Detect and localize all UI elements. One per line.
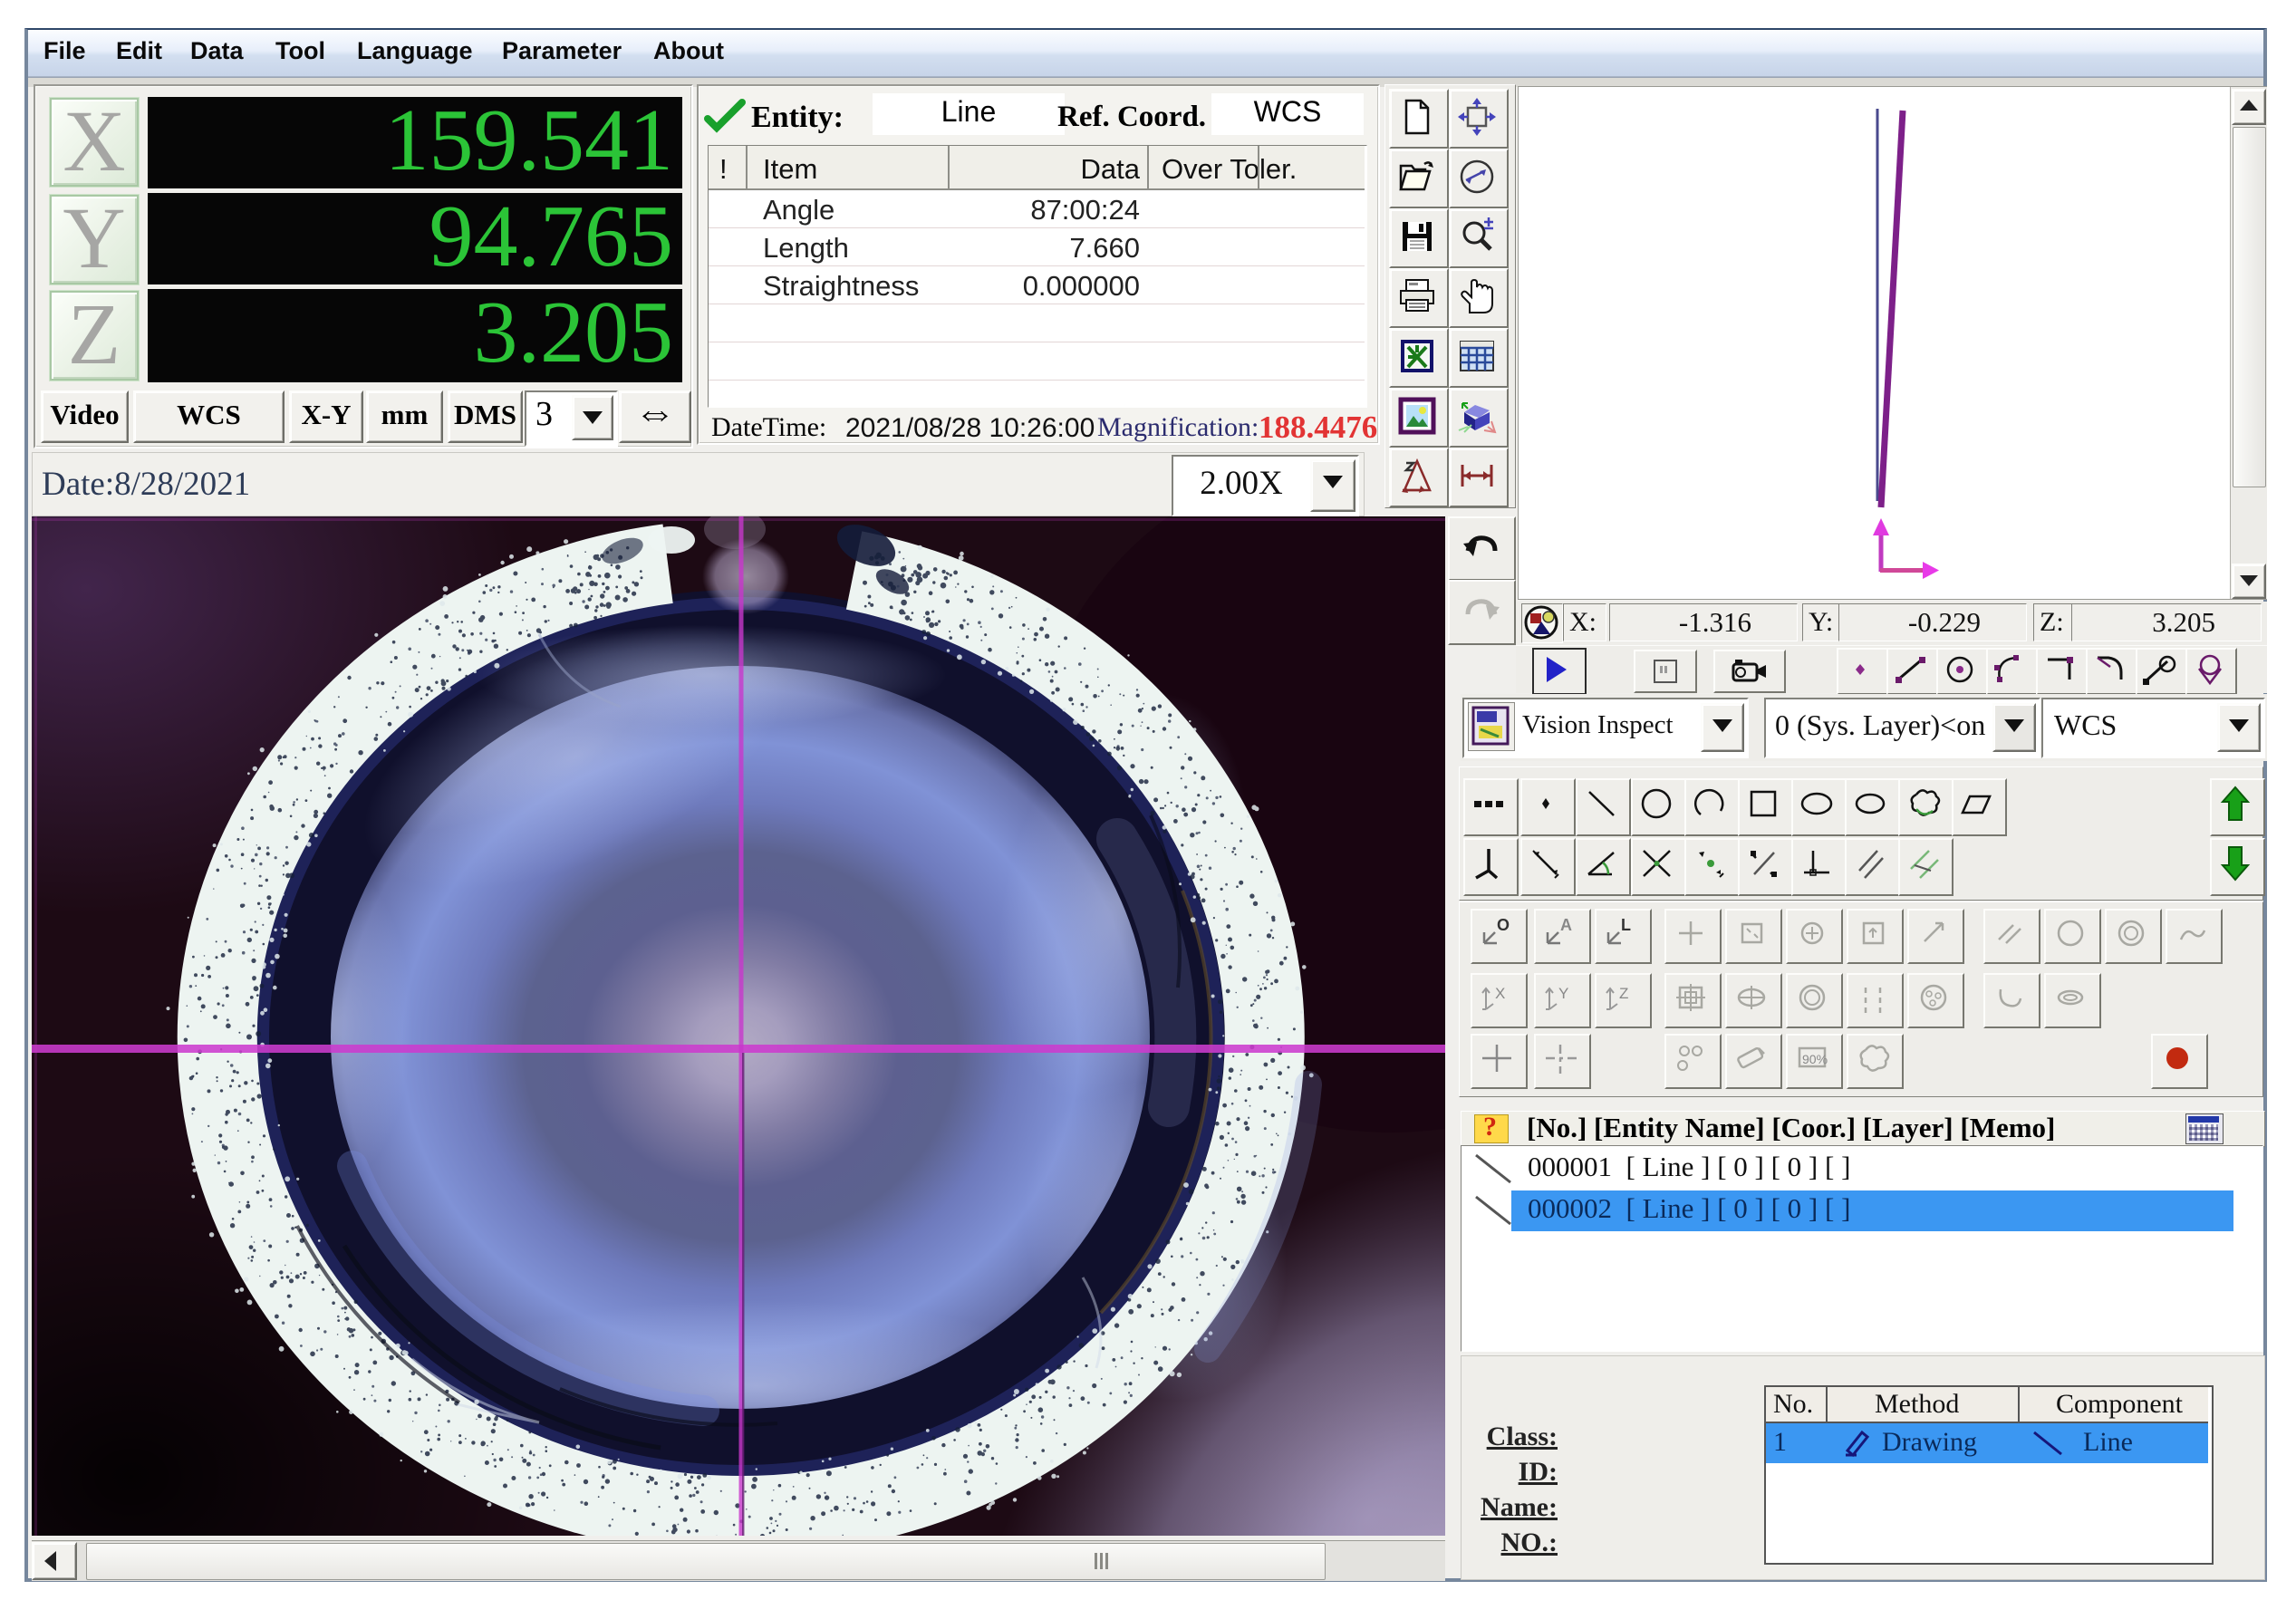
svg-text:O: O: [1497, 916, 1510, 934]
svg-text:Y: Y: [1558, 985, 1568, 1002]
svg-text:L: L: [1621, 916, 1631, 934]
svg-text:Z: Z: [1619, 985, 1628, 1002]
svg-text:A: A: [1560, 916, 1572, 934]
svg-text:90%: 90%: [1802, 1052, 1828, 1066]
svg-text:X: X: [1495, 985, 1505, 1002]
